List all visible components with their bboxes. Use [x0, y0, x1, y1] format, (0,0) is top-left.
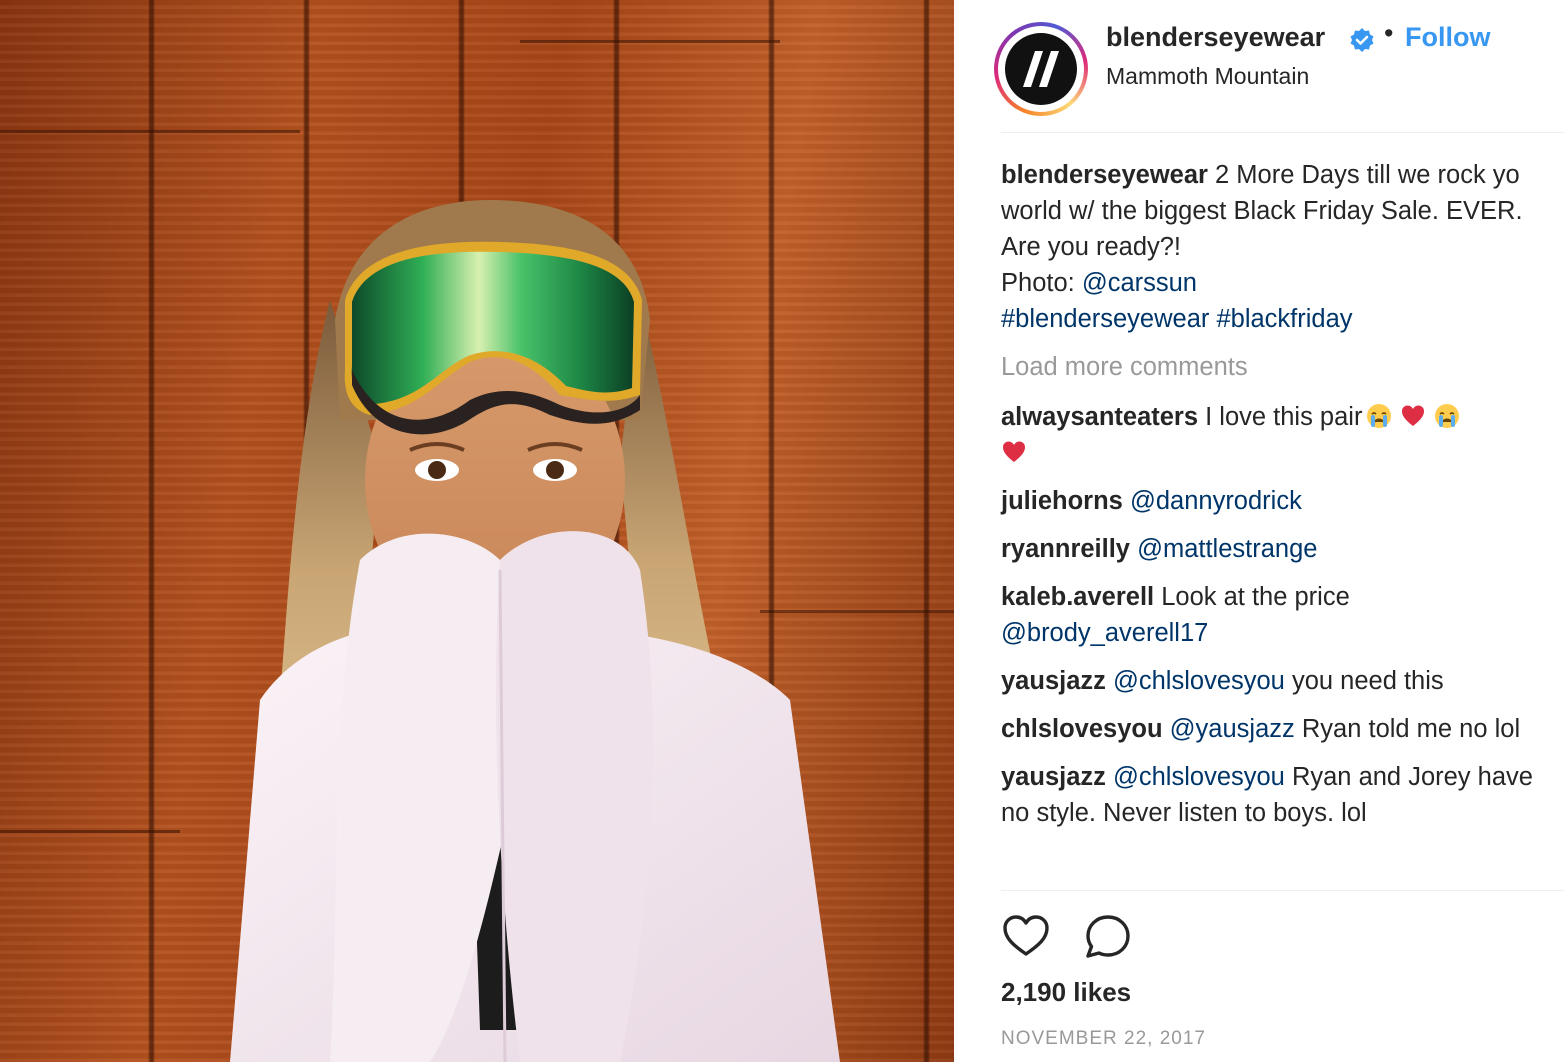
photo-credit-mention[interactable]: @carssun: [1082, 269, 1197, 297]
comment-username[interactable]: ryannreilly: [1001, 535, 1130, 563]
blenders-logo-icon: [1005, 33, 1077, 105]
comment-item: alwaysanteaters I love this pair: [1001, 399, 1551, 471]
comment-bubble-icon[interactable]: [1083, 912, 1133, 962]
comment-item: ryannreilly @mattlestrange: [1001, 531, 1551, 567]
comment-username[interactable]: juliehorns: [1001, 487, 1123, 515]
right-sleeve: [496, 531, 654, 1062]
heart-icon[interactable]: [1001, 912, 1051, 962]
comment-username[interactable]: alwaysanteaters: [1001, 403, 1198, 431]
comment-text: Ryan told me no lol: [1294, 715, 1521, 743]
comment-text: you need this: [1284, 667, 1444, 695]
divider: [1001, 132, 1564, 133]
comment-text: I love this pair: [1198, 403, 1363, 431]
caption: blenderseyewear 2 More Days till we rock…: [1001, 157, 1551, 337]
red-heart-icon: [1003, 441, 1025, 462]
post-sidebar: blenderseyewear • Follow Mammoth Mountai…: [954, 0, 1564, 1062]
comment-text: Look at the price: [1154, 583, 1350, 611]
verified-badge-icon: [1350, 28, 1374, 52]
comment-mention[interactable]: @dannyrodrick: [1130, 487, 1302, 515]
comment-item: kaleb.averell Look at the price @brody_a…: [1001, 579, 1551, 651]
comment-item: juliehorns @dannyrodrick: [1001, 483, 1551, 519]
divider: [1001, 890, 1564, 891]
comment-username[interactable]: kaleb.averell: [1001, 583, 1154, 611]
crying-face-icon: [1435, 404, 1460, 428]
load-more-comments-button[interactable]: Load more comments: [1001, 349, 1551, 385]
post-header: blenderseyewear • Follow Mammoth Mountai…: [994, 8, 1554, 128]
follow-button[interactable]: Follow: [1405, 22, 1490, 53]
comment-mention[interactable]: @chlslovesyou: [1113, 763, 1285, 791]
post-photo[interactable]: [0, 0, 954, 1062]
comment-username[interactable]: yausjazz: [1001, 667, 1106, 695]
likes-count[interactable]: 2,190 likes: [1001, 977, 1131, 1008]
caption-username[interactable]: blenderseyewear: [1001, 161, 1208, 189]
comment-item: yausjazz @chlslovesyou you need this: [1001, 663, 1551, 699]
crying-face-icon: [1367, 404, 1392, 428]
red-heart-icon: [1402, 405, 1425, 426]
comments-section: blenderseyewear 2 More Days till we rock…: [1001, 157, 1551, 843]
comment-username[interactable]: chlslovesyou: [1001, 715, 1163, 743]
comment-username[interactable]: yausjazz: [1001, 763, 1106, 791]
person-with-goggles-illustration: [230, 200, 840, 1062]
separator-dot: •: [1384, 18, 1394, 48]
post-date[interactable]: NOVEMBER 22, 2017: [1001, 1028, 1206, 1050]
comment-mention[interactable]: @brody_averell17: [1001, 619, 1208, 647]
photo-credit-prefix: Photo:: [1001, 269, 1082, 297]
comment-item: chlslovesyou @yausjazz Ryan told me no l…: [1001, 711, 1551, 747]
avatar[interactable]: [994, 22, 1088, 116]
caption-hashtags[interactable]: #blenderseyewear #blackfriday: [1001, 305, 1353, 333]
post-location[interactable]: Mammoth Mountain: [1106, 63, 1309, 90]
comment-item: yausjazz @chlslovesyou Ryan and Jorey ha…: [1001, 759, 1551, 831]
post-author-username[interactable]: blenderseyewear: [1106, 22, 1325, 53]
comment-mention[interactable]: @mattlestrange: [1137, 535, 1317, 563]
comment-mention[interactable]: @chlslovesyou: [1113, 667, 1285, 695]
comment-mention[interactable]: @yausjazz: [1170, 715, 1295, 743]
